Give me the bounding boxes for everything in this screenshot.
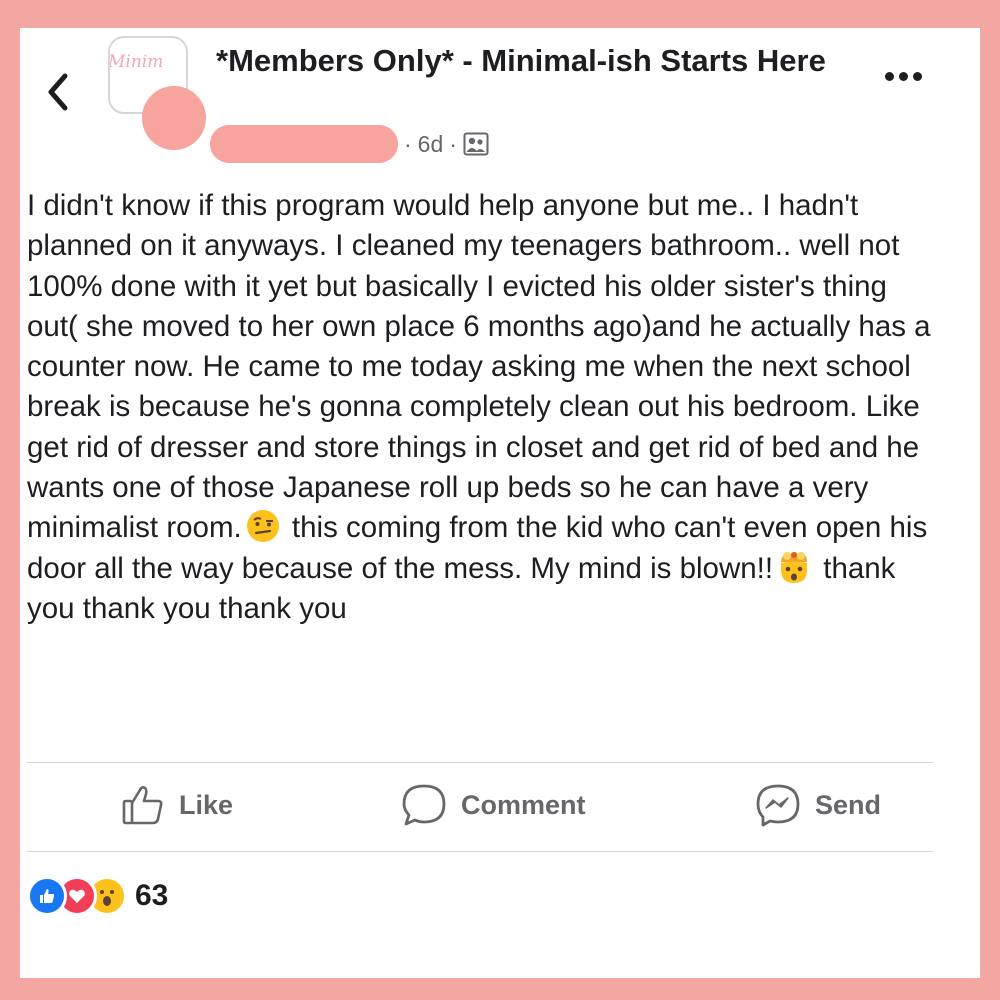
send-button[interactable]: Send (755, 782, 881, 828)
group-logo-text: Minim (108, 52, 164, 72)
reaction-count: 63 (135, 879, 169, 912)
like-reaction-icon (27, 876, 67, 916)
avatar-group[interactable]: Minim (108, 36, 218, 150)
divider (27, 851, 933, 852)
chevron-left-icon (48, 73, 68, 111)
meta-separator: · (404, 130, 412, 157)
post-time[interactable]: 6d (418, 131, 444, 158)
meta-separator: · (449, 130, 457, 157)
thumbs-up-icon (122, 786, 163, 825)
like-label: Like (179, 789, 234, 820)
post-meta: · 6d · (210, 124, 489, 164)
more-dot-icon (899, 71, 908, 81)
send-label: Send (815, 789, 882, 820)
group-members-icon (463, 132, 489, 156)
redacted-user-avatar[interactable] (142, 86, 206, 150)
exploding-head-emoji-icon (781, 551, 808, 583)
comment-label: Comment (461, 789, 586, 820)
more-dot-icon (913, 71, 922, 81)
post-actions: Like Comment Send (27, 760, 933, 850)
like-button[interactable]: Like (121, 782, 233, 828)
post-body: I didn't know if this program would help… (27, 186, 942, 629)
more-dot-icon (885, 71, 894, 81)
post-text-part-1: I didn't know if this program would help… (27, 189, 939, 545)
messenger-icon (756, 784, 800, 827)
raised-eyebrow-emoji-icon (246, 510, 279, 543)
back-button[interactable] (40, 68, 76, 116)
redacted-author-name[interactable] (210, 125, 398, 163)
comment-bubble-icon (402, 784, 446, 826)
more-options-button[interactable] (885, 66, 929, 86)
reaction-summary[interactable]: 63 (27, 870, 168, 922)
group-title[interactable]: *Members Only* - Minimal-ish Starts Here (216, 38, 836, 84)
comment-button[interactable]: Comment (401, 782, 586, 828)
